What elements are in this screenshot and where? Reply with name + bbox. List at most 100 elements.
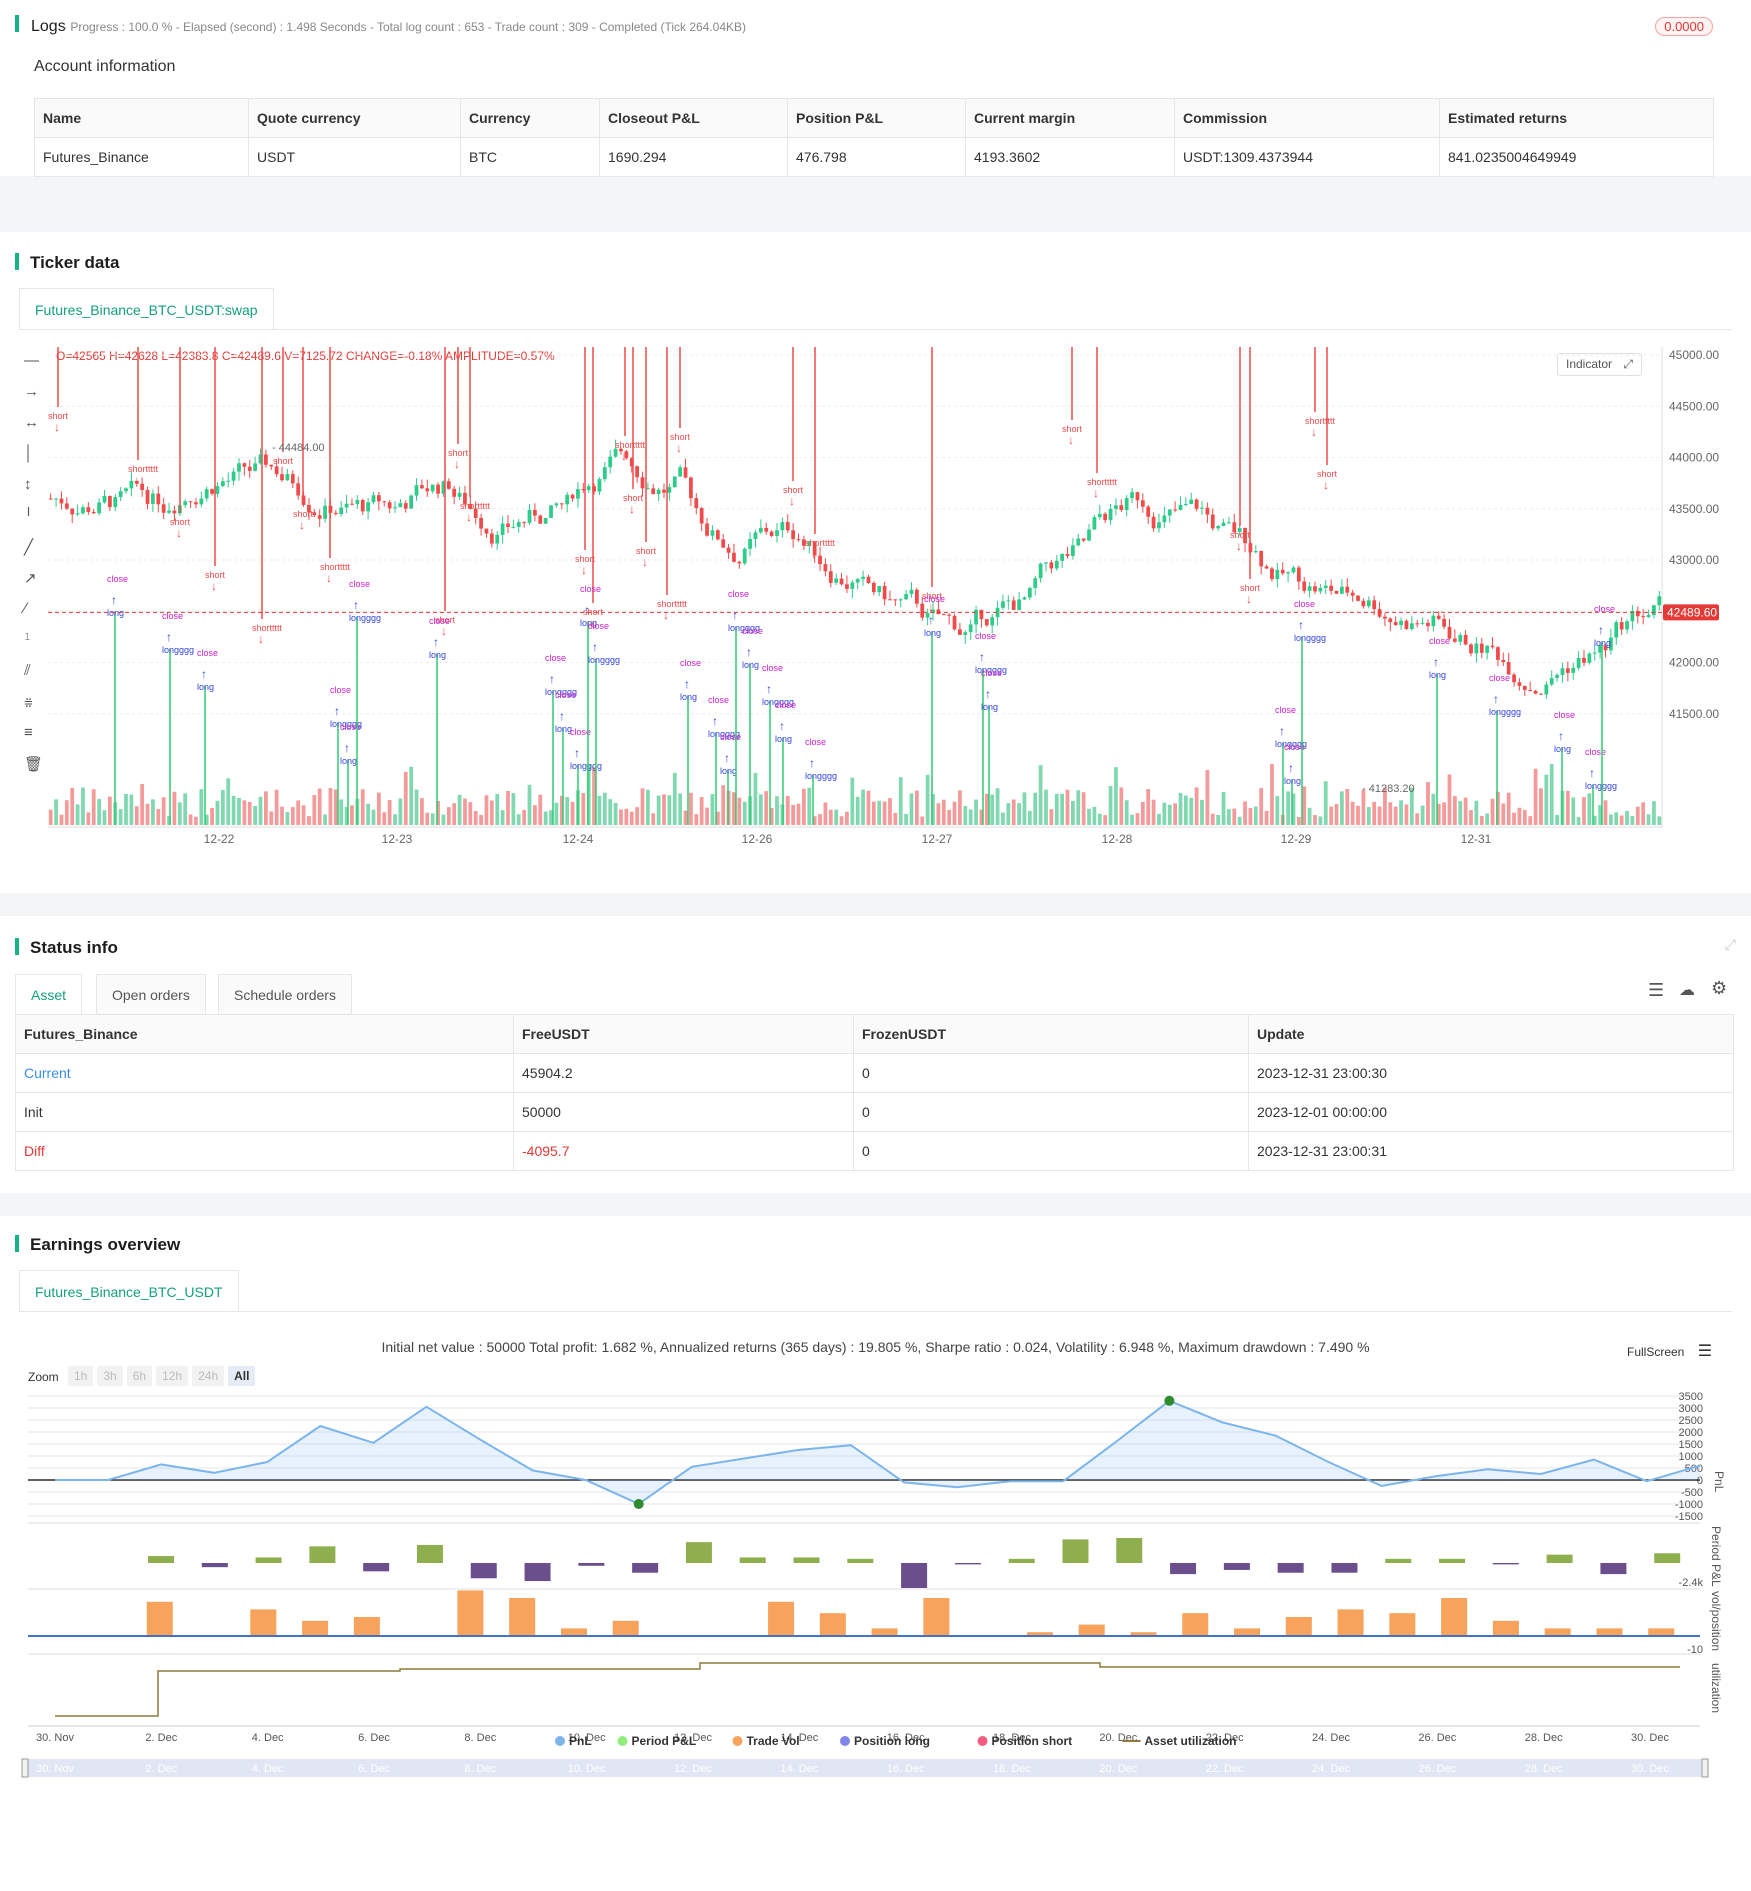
candle-body <box>845 584 849 589</box>
signal-label: long <box>1594 638 1611 648</box>
col-frozen: FrozenUSDT <box>853 1014 1249 1054</box>
volume-bar <box>403 771 408 825</box>
logs-title: Logs <box>31 18 66 35</box>
cell: BTC <box>460 137 600 177</box>
signal-label: long <box>197 682 214 692</box>
candle-body <box>699 508 704 524</box>
navigator-tick: 8. Dec <box>464 1763 496 1775</box>
up-arrow-icon: ↑ <box>928 613 934 627</box>
volume-bar <box>333 789 338 825</box>
zoom-3h[interactable]: 3h <box>97 1366 123 1386</box>
legend-item[interactable]: Trade Vol <box>732 1734 800 1748</box>
pnl-tick: 3000 <box>1679 1403 1703 1415</box>
volume-bar <box>1119 787 1124 825</box>
candle-body <box>64 503 69 509</box>
tab-schedule-orders[interactable]: Schedule orders <box>218 974 352 1014</box>
candlestick-chart[interactable]: 45000.00 44500.00 44000.00 43500.00 43000.00… <box>0 347 1751 847</box>
volume-bar <box>1259 787 1264 825</box>
up-arrow-icon: ↑ <box>1598 623 1604 637</box>
candle-body <box>1033 578 1038 589</box>
cell: 1690.294 <box>599 137 788 177</box>
candle-body <box>764 527 769 532</box>
volume-bar <box>1001 812 1005 825</box>
legend-item[interactable]: Position long <box>840 1734 930 1748</box>
volume-bar <box>1506 792 1511 825</box>
legend-item[interactable]: Asset utilization <box>1122 1734 1237 1748</box>
col-commission: Commission <box>1174 98 1440 138</box>
legend-item[interactable]: Position short <box>977 1734 1073 1748</box>
volume-bar <box>1603 800 1608 825</box>
candle-body <box>290 474 295 484</box>
candle-body <box>1313 586 1317 592</box>
zoom-6h[interactable]: 6h <box>126 1366 153 1386</box>
collapse-icon[interactable]: ⤢ <box>1725 936 1736 953</box>
volume-bar <box>914 790 919 825</box>
volume-bar <box>156 809 161 825</box>
tab-open-orders[interactable]: Open orders <box>96 974 206 1014</box>
volume-bar <box>1539 788 1543 825</box>
period-pnl-bar <box>363 1563 390 1572</box>
volume-bar <box>1173 803 1177 825</box>
settings-icon[interactable]: ⚙ <box>1711 978 1727 999</box>
tab-ticker-symbol[interactable]: Futures_Binance_BTC_USDT:swap <box>19 288 274 330</box>
candle-body <box>1436 615 1441 619</box>
volume-bar <box>124 794 128 825</box>
signal-label: close <box>762 663 783 673</box>
row-label-current[interactable]: Current <box>15 1053 514 1093</box>
up-arrow-icon: ↑ <box>584 603 590 617</box>
candle-body <box>1614 622 1619 638</box>
cell: 2023-12-31 23:00:31 <box>1248 1131 1734 1171</box>
period-pnl-bar <box>685 1542 712 1563</box>
volume-bar <box>1151 799 1156 825</box>
signal-label: long <box>680 692 697 702</box>
candle-body <box>586 486 591 491</box>
signal-label: close <box>1294 599 1315 609</box>
tab-asset[interactable]: Asset <box>15 974 83 1014</box>
candle-body <box>339 507 344 515</box>
volume-bar <box>500 810 505 825</box>
volume-bar <box>758 794 763 825</box>
signal-label: longggg <box>805 771 837 781</box>
period-pnl-bar <box>1008 1558 1035 1563</box>
tab-underline <box>19 329 1732 330</box>
candle-body <box>204 489 209 499</box>
candle-body <box>323 505 327 519</box>
period-pnl-bar <box>201 1563 228 1568</box>
legend-item[interactable]: Period P&L <box>617 1734 697 1748</box>
zoom-24h[interactable]: 24h <box>192 1366 225 1386</box>
trade-vol-bar <box>1648 1628 1675 1636</box>
earnings-chart[interactable]: 3500300025002000150010005000-500-1000-15… <box>0 1391 1751 1891</box>
volume-bar <box>463 798 467 825</box>
candle-body <box>1533 690 1538 694</box>
signal-label: longggg <box>1294 633 1326 643</box>
period-tick: -2.4k <box>1679 1577 1704 1589</box>
volume-bar <box>807 787 812 825</box>
trade-vol-bar <box>457 1590 484 1636</box>
zoom-1h[interactable]: 1h <box>68 1366 94 1386</box>
cloud-download-icon[interactable]: ☁ <box>1679 980 1695 1000</box>
menu-icon[interactable]: ☰ <box>1698 1343 1712 1360</box>
list-icon[interactable]: ☰ <box>1648 980 1664 1001</box>
trade-vol-bar <box>1078 1624 1105 1636</box>
volume-bar <box>312 795 317 825</box>
volume-bar <box>640 788 645 825</box>
candle-body <box>651 488 656 495</box>
candle-body <box>425 488 430 492</box>
candle-body <box>1393 622 1398 626</box>
volume-bar <box>145 803 150 825</box>
volume-bar <box>678 793 683 825</box>
volume-bar <box>1469 810 1473 825</box>
zoom-all[interactable]: All <box>228 1366 256 1386</box>
pnl-tick: 3500 <box>1679 1391 1703 1403</box>
trade-vol-bar <box>1441 1598 1468 1636</box>
fullscreen-button[interactable]: FullScreen ☰ <box>1627 1341 1712 1361</box>
down-arrow-icon: ↓ <box>663 608 669 622</box>
zoom-12h[interactable]: 12h <box>156 1366 189 1386</box>
volume-bar <box>1313 815 1317 825</box>
legend-item[interactable]: PnL <box>555 1734 592 1748</box>
volume-bar <box>1140 802 1145 825</box>
candle-body <box>565 494 570 505</box>
volume-bar <box>1318 816 1323 825</box>
tab-earnings-symbol[interactable]: Futures_Binance_BTC_USDT <box>19 1270 239 1312</box>
candle-body <box>1549 677 1554 685</box>
